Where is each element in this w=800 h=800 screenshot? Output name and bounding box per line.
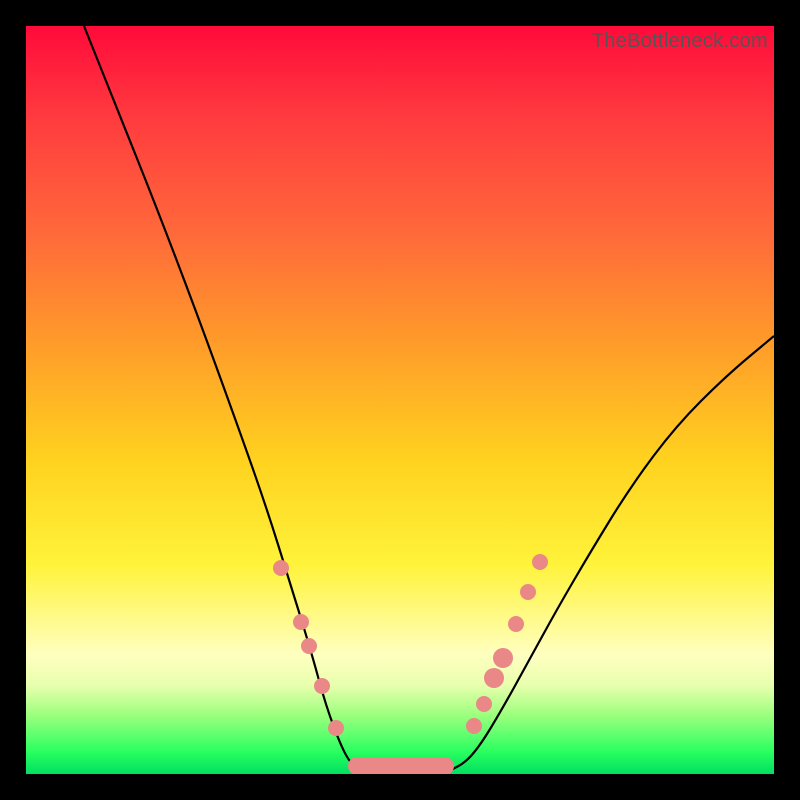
- curve-marker: [466, 718, 482, 734]
- curve-marker: [314, 678, 330, 694]
- curve-marker: [301, 638, 317, 654]
- curve-svg: [26, 26, 774, 774]
- curve-marker: [273, 560, 289, 576]
- curve-marker: [520, 584, 536, 600]
- bottleneck-curve-right: [451, 336, 774, 770]
- curve-marker: [328, 720, 344, 736]
- curve-marker: [476, 696, 492, 712]
- curve-marker: [532, 554, 548, 570]
- bottleneck-curve-left: [84, 26, 361, 770]
- bottom-flat-marker: [348, 757, 454, 774]
- chart-frame: TheBottleneck.com: [0, 0, 800, 800]
- curve-marker: [484, 668, 504, 688]
- curve-marker: [493, 648, 513, 668]
- markers-left-group: [273, 560, 344, 736]
- curve-marker: [508, 616, 524, 632]
- curve-marker: [293, 614, 309, 630]
- plot-area: TheBottleneck.com: [26, 26, 774, 774]
- markers-right-group: [466, 554, 548, 734]
